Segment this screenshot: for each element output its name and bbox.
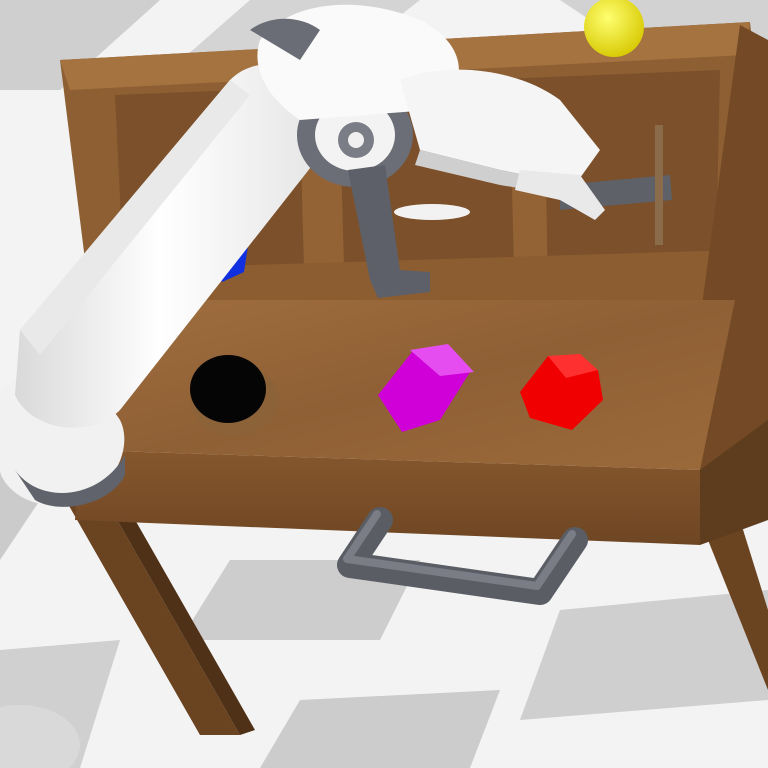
simulation-scene (0, 0, 768, 768)
